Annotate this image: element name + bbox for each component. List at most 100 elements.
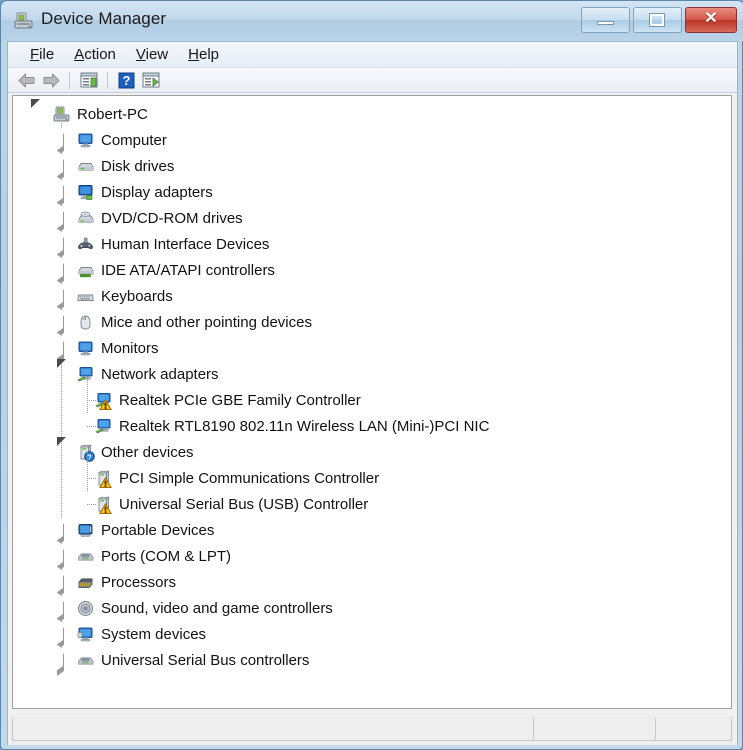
tree-item-label: Portable Devices <box>101 521 215 539</box>
network-adapter-icon <box>95 392 112 410</box>
tree-item-mice-and-other-pointing-devices[interactable]: Mice and other pointing devices <box>13 306 731 338</box>
forward-button[interactable] <box>40 70 61 90</box>
tree-item-network-adapters[interactable]: Network adapters <box>13 359 731 387</box>
tree-item-label: Disk drives <box>101 157 175 175</box>
menu-help[interactable]: Help <box>178 44 229 65</box>
status-bar <box>12 717 732 741</box>
expand-toggle-collapsed[interactable] <box>56 202 71 234</box>
expand-toggle-collapsed[interactable] <box>56 228 71 260</box>
tree-item-realtek-pcie-gbe-family-controller[interactable]: Realtek PCIe GBE Family Controller <box>13 387 731 413</box>
expand-toggle-collapsed[interactable] <box>56 644 71 676</box>
maximize-icon <box>649 13 665 27</box>
tree-guide-line <box>87 504 96 505</box>
menu-file[interactable]: File <box>20 44 64 65</box>
tree-item-label: Robert-PC <box>77 105 148 123</box>
tree-item-label: Human Interface Devices <box>101 235 270 253</box>
tree-item-dvd-cd-rom-drives[interactable]: DVD/CD-ROM drives <box>13 202 731 234</box>
expand-toggle-collapsed[interactable] <box>56 124 71 156</box>
device-tree: Robert-PC Computer Disk drives Display a… <box>13 96 731 676</box>
expand-toggle-expanded[interactable] <box>57 437 69 463</box>
menu-action[interactable]: Action <box>64 44 126 65</box>
title-bar[interactable]: Device Manager ✕ <box>1 1 743 41</box>
expand-toggle-expanded[interactable] <box>31 99 43 125</box>
expand-toggle-collapsed[interactable] <box>56 254 71 286</box>
tree-item-label: Sound, video and game controllers <box>101 599 333 617</box>
help-button[interactable]: ? <box>116 70 137 90</box>
tree-item-universal-serial-bus-controllers[interactable]: Universal Serial Bus controllers <box>13 644 731 676</box>
system-device-icon <box>77 626 94 643</box>
ide-controller-icon <box>77 262 94 279</box>
device-tree-panel[interactable]: Robert-PC Computer Disk drives Display a… <box>12 95 732 709</box>
back-button[interactable] <box>16 70 37 90</box>
tree-guide-line <box>87 478 96 479</box>
expand-toggle-collapsed[interactable] <box>56 618 71 650</box>
client-area: File Action View Help ? Robert-PC Comput… <box>7 41 738 745</box>
tree-item-processors[interactable]: Processors <box>13 566 731 598</box>
tree-item-label: PCI Simple Communications Controller <box>119 469 380 487</box>
unknown-device-icon: ? <box>77 443 95 462</box>
tree-item-realtek-rtl8190-802-11n-wireless-lan-mini-pci-nic[interactable]: Realtek RTL8190 802.11n Wireless LAN (Mi… <box>13 413 731 439</box>
expand-toggle-collapsed[interactable] <box>56 306 71 338</box>
tree-item-label: Other devices <box>101 443 194 461</box>
properties-button[interactable] <box>140 70 161 90</box>
tree-item-label: Network adapters <box>101 365 219 383</box>
expand-toggle-collapsed[interactable] <box>56 150 71 182</box>
expand-toggle-expanded[interactable] <box>57 359 69 385</box>
forward-arrow-icon <box>43 73 59 87</box>
expand-toggle-collapsed[interactable] <box>56 332 71 364</box>
tree-item-ide-ata-atapi-controllers[interactable]: IDE ATA/ATAPI controllers <box>13 254 731 286</box>
tree-item-other-devices[interactable]: ? Other devices <box>13 437 731 465</box>
tree-item-system-devices[interactable]: System devices <box>13 618 731 650</box>
tree-item-portable-devices[interactable]: Portable Devices <box>13 514 731 546</box>
computer-root-icon <box>53 106 70 123</box>
expand-toggle-collapsed[interactable] <box>56 566 71 598</box>
tree-item-monitors[interactable]: Monitors <box>13 332 731 364</box>
window-title: Device Manager <box>41 9 167 28</box>
keyboard-icon <box>77 288 94 305</box>
tree-item-label: Monitors <box>101 339 159 357</box>
tree-item-label: Display adapters <box>101 183 213 201</box>
tree-root-item[interactable]: Robert-PC <box>13 99 731 127</box>
properties-icon <box>142 72 159 88</box>
help-icon: ? <box>118 72 135 88</box>
close-button[interactable]: ✕ <box>685 7 737 33</box>
expand-toggle-collapsed[interactable] <box>56 514 71 546</box>
show-console-tree-icon <box>80 72 97 88</box>
tree-item-display-adapters[interactable]: Display adapters <box>13 176 731 208</box>
tree-item-universal-serial-bus-usb-controller[interactable]: Universal Serial Bus (USB) Controller <box>13 491 731 517</box>
status-cell-2 <box>534 718 656 740</box>
tree-item-sound-video-and-game-controllers[interactable]: Sound, video and game controllers <box>13 592 731 624</box>
show-console-tree-button[interactable] <box>78 70 99 90</box>
tree-guide-line <box>87 400 96 401</box>
expand-toggle-collapsed[interactable] <box>56 176 71 208</box>
port-icon <box>77 548 94 565</box>
tree-item-label: Mice and other pointing devices <box>101 313 312 331</box>
close-icon: ✕ <box>704 10 718 27</box>
monitor-icon <box>77 340 94 357</box>
tree-item-human-interface-devices[interactable]: Human Interface Devices <box>13 228 731 260</box>
minimize-button[interactable] <box>581 7 630 33</box>
tree-item-computer[interactable]: Computer <box>13 124 731 156</box>
toolbar-separator <box>69 71 70 89</box>
expand-toggle-collapsed[interactable] <box>56 280 71 312</box>
tree-item-pci-simple-communications-controller[interactable]: PCI Simple Communications Controller <box>13 465 731 491</box>
tree-item-keyboards[interactable]: Keyboards <box>13 280 731 312</box>
display-adapter-icon <box>77 184 94 201</box>
tree-item-ports-com-lpt[interactable]: Ports (COM & LPT) <box>13 540 731 572</box>
computer-icon <box>77 132 94 149</box>
maximize-button[interactable] <box>633 7 682 33</box>
tree-guide-line <box>87 426 96 427</box>
device-manager-icon <box>14 12 33 29</box>
processor-icon <box>77 574 94 591</box>
unknown-device-icon <box>95 495 112 514</box>
sound-icon <box>77 600 94 617</box>
status-cell-3 <box>656 718 731 740</box>
menu-view[interactable]: View <box>126 44 178 65</box>
tree-item-label: Processors <box>101 573 177 591</box>
expand-toggle-collapsed[interactable] <box>56 540 71 572</box>
svg-text:?: ? <box>123 73 131 88</box>
expand-toggle-collapsed[interactable] <box>56 592 71 624</box>
tree-item-label: Universal Serial Bus controllers <box>101 651 310 669</box>
toolbar: ? <box>8 68 737 93</box>
tree-item-disk-drives[interactable]: Disk drives <box>13 150 731 182</box>
